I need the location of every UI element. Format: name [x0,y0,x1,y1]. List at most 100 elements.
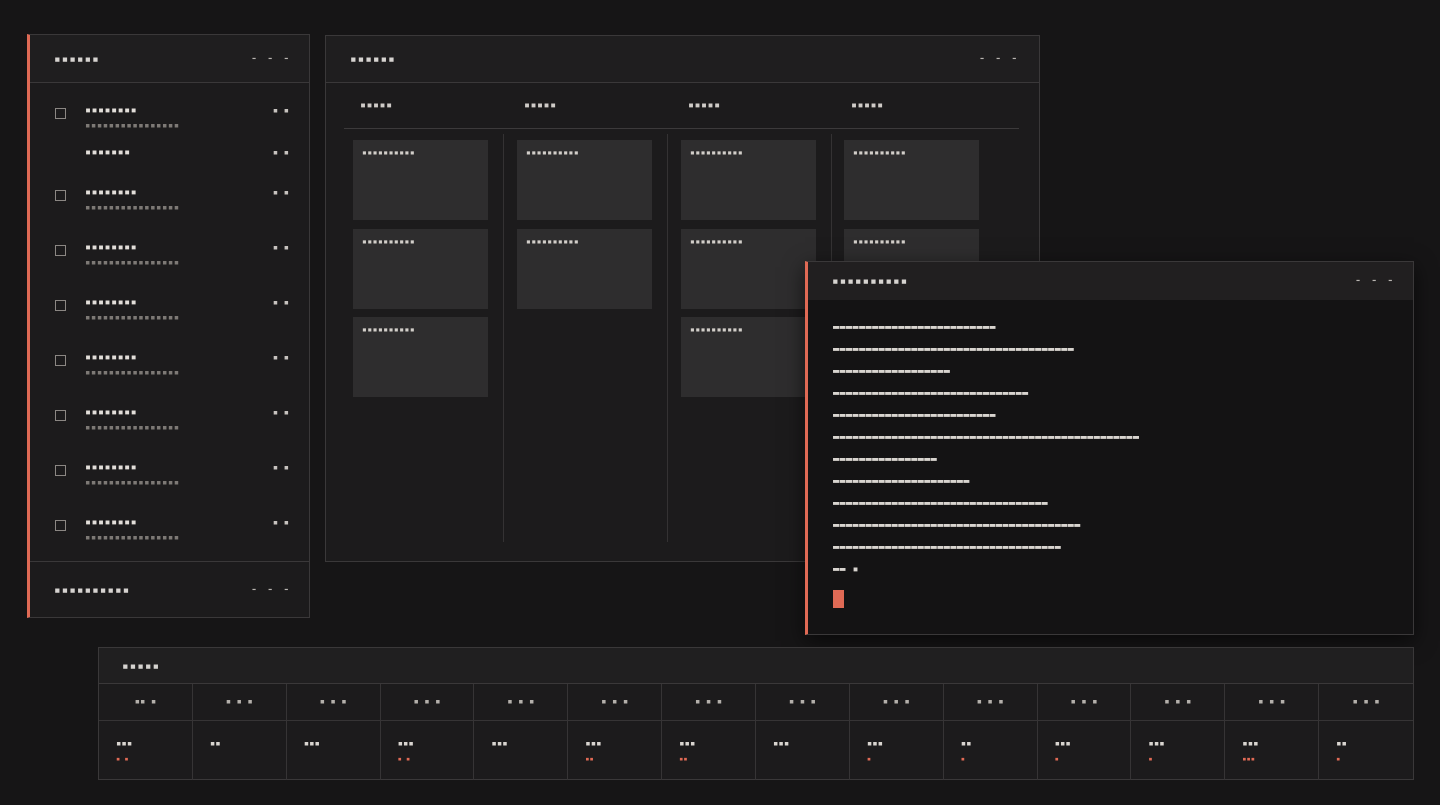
table-cell-value: ▪▪▪ [1148,739,1165,749]
task-checkbox[interactable] [55,520,66,531]
list-item-subtitle: ▪▪▪▪▪▪▪▪▪▪▪▪▪▪▪▪ [85,203,180,213]
table-cell-indicator: ▪ ▪ [397,755,411,763]
task-checkbox[interactable] [55,410,66,421]
list-item-subtitle: ▪▪▪▪▪▪▪▪▪▪▪▪▪▪▪▪ [85,478,180,488]
list-item[interactable]: ▪▪▪▪▪▪▪▪ ▪▪▪▪▪▪▪▪▪▪▪▪▪▪▪▪ ▪ ▪ [30,403,309,453]
list-item[interactable]: ▪▪▪▪▪▪▪▪ ▪▪▪▪▪▪▪▪▪▪▪▪▪▪▪▪ ▪ ▪ [30,458,309,508]
table-column-header: ▪ ▪ ▪ [1131,684,1225,721]
board-card-title: ▪▪▪▪▪▪▪▪▪▪ [362,237,416,246]
list-item-title: ▪▪▪▪▪▪▪▪ [85,105,138,116]
table-column-header: ▪ ▪ ▪ [756,684,849,721]
board-card-title: ▪▪▪▪▪▪▪▪▪▪ [362,325,416,334]
list-item[interactable]: ▪▪▪▪▪▪▪▪ ▪▪▪▪▪▪▪▪▪▪▪▪▪▪▪▪ ▪ ▪ [30,513,309,563]
list-item-title: ▪▪▪▪▪▪▪ [85,147,131,158]
list-item-title: ▪▪▪▪▪▪▪▪ [85,297,138,308]
table-cell-indicator: ▪ [960,755,965,763]
board-card[interactable]: ▪▪▪▪▪▪▪▪▪▪ [844,140,979,220]
task-list-title: ▪▪▪▪▪▪ [54,52,100,65]
board-card-title: ▪▪▪▪▪▪▪▪▪▪ [853,237,907,246]
list-item[interactable]: ▪▪▪▪▪▪▪▪ ▪▪▪▪▪▪▪▪▪▪▪▪▪▪▪▪ ▪ ▪ [30,183,309,233]
list-item-subtitle: ▪▪▪▪▪▪▪▪▪▪▪▪▪▪▪▪ [85,533,180,543]
table-column-header: ▪ ▪ ▪ [662,684,755,721]
list-item-subtitle: ▪▪▪▪▪▪▪▪▪▪▪▪▪▪▪▪ [85,423,180,433]
table-cell[interactable]: ▪ ▪ ▪ ▪▪▪ [756,684,850,780]
table-cell[interactable]: ▪ ▪ ▪▪▪▪ [474,684,569,780]
board-card-title: ▪▪▪▪▪▪▪▪▪▪ [526,237,580,246]
task-checkbox[interactable] [55,355,66,366]
board-card[interactable]: ▪▪▪▪▪▪▪▪▪▪ [353,140,488,220]
table-cell[interactable]: ▪ ▪ ▪ ▪▪▪ ▪▪ [568,684,663,780]
task-list-footer: ▪▪▪▪▪▪▪▪▪▪ ⁃ ⁃ ⁃ [30,561,309,617]
task-list-footer-menu-button[interactable]: ⁃ ⁃ ⁃ [251,583,291,596]
task-checkbox[interactable] [55,465,66,476]
terminal-menu-button[interactable]: ⁃ ⁃ ⁃ [1355,275,1395,288]
table-column-header: ▪ ▪ ▪ [849,684,943,721]
terminal-line: ▬▬▬▬▬▬▬▬▬▬▬▬▬▬▬▬ [833,454,938,465]
list-item-meta: ▪ ▪ [272,106,289,116]
board-card-title: ▪▪▪▪▪▪▪▪▪▪ [362,148,416,157]
terminal-line: ▬▬▬▬▬▬▬▬▬▬▬▬▬▬▬▬▬▬▬▬▬▬▬▬▬ [833,322,997,333]
table-cell[interactable]: ▪ ▪ ▪ ▪▪▪ ▪ [1037,684,1132,780]
table-cell[interactable]: ▪ ▪ ▪ ▪▪▪ ▪ [1131,684,1226,780]
table-column-header: ▪ ▪ ▪ [568,684,662,721]
terminal-title: ▪▪▪▪▪▪▪▪▪▪ [832,274,909,288]
list-item-meta: ▪ ▪ [272,518,289,528]
task-checkbox[interactable] [55,245,66,256]
table-cell-value: ▪▪▪ [585,739,602,749]
terminal-line: ▬▬▬▬▬▬▬▬▬▬▬▬▬▬▬▬▬▬▬▬▬▬▬▬▬ [833,410,997,421]
table-cell[interactable]: ▪ ▪ ▪ ▪▪▪ ▪▪▪ [1225,684,1320,780]
table-cell[interactable]: ▪ ▪ ▪ ▪▪▪ ▪ [849,684,944,780]
board-card[interactable]: ▪▪▪▪▪▪▪▪▪▪ [517,140,652,220]
list-item-subtitle: ▪▪▪▪▪▪▪▪▪▪▪▪▪▪▪▪ [85,121,180,131]
list-item-title: ▪▪▪▪▪▪▪▪ [85,517,138,528]
board-card[interactable]: ▪▪▪▪▪▪▪▪▪▪ [517,229,652,309]
task-list-header: ▪▪▪▪▪▪ ⁃ ⁃ ⁃ [30,35,309,83]
table-cell-indicator: ▪▪ [585,755,594,763]
table-cell[interactable]: ▪ ▪ ▪ ▪▪▪ ▪▪ [662,684,756,780]
list-item-meta: ▪ ▪ [272,353,289,363]
table-column-header: ▪ ▪ ▪ [286,684,380,721]
task-list-menu-button[interactable]: ⁃ ⁃ ⁃ [251,52,291,65]
board-card[interactable]: ▪▪▪▪▪▪▪▪▪▪ [681,317,816,397]
terminal-line: ▬▬▬▬▬▬▬▬▬▬▬▬▬▬▬▬▬▬▬▬▬▬▬▬▬▬▬▬▬▬ [833,388,1029,399]
task-checkbox[interactable] [55,108,66,119]
board-title: ▪▪▪▪▪▪ [350,52,396,66]
table-cell-value: ▪▪▪ [866,739,884,749]
table-cell[interactable]: ▪ ▪ ▪ ▪▪ [192,684,287,780]
table-cell[interactable]: ▪▪ ▪ ▪▪▪ ▪ ▪ [99,684,193,780]
terminal-line: ▬▬▬▬▬▬▬▬▬▬▬▬▬▬▬▬▬▬▬▬▬▬▬▬▬▬▬▬▬▬▬▬▬▬▬▬▬▬ [833,520,1081,531]
list-item[interactable]: ▪▪▪▪▪▪▪▪ ▪▪▪▪▪▪▪▪▪▪▪▪▪▪▪▪ ▪ ▪ [30,238,309,288]
board-menu-button[interactable]: ⁃ ⁃ ⁃ [979,53,1019,66]
board-card[interactable]: ▪▪▪▪▪▪▪▪▪▪ [681,140,816,220]
board-card[interactable]: ▪▪▪▪▪▪▪▪▪▪ [353,229,488,309]
board-card-title: ▪▪▪▪▪▪▪▪▪▪ [690,237,744,246]
board-card-title: ▪▪▪▪▪▪▪▪▪▪ [690,325,744,334]
terminal-line: ▬▬ ▪ [833,564,860,575]
list-item-title: ▪▪▪▪▪▪▪▪ [85,352,138,363]
board-card[interactable]: ▪▪▪▪▪▪▪▪▪▪ [681,229,816,309]
table-cell[interactable]: ▪ ▪ ▪▪▪▪ [286,684,381,780]
terminal-window[interactable]: ▪▪▪▪▪▪▪▪▪▪ ⁃ ⁃ ⁃ ▬▬▬▬▬▬▬▬▬▬▬▬▬▬▬▬▬▬▬▬▬▬▬… [805,261,1414,635]
list-item-title: ▪▪▪▪▪▪▪▪ [85,462,138,473]
table-cell-value: ▪▪▪ [773,739,790,749]
list-item[interactable]: ▪▪▪▪▪▪▪▪ ▪▪▪▪▪▪▪▪▪▪▪▪▪▪▪▪ ▪ ▪ [30,348,309,398]
list-item-title: ▪▪▪▪▪▪▪▪ [85,407,138,418]
table-column-header: ▪ ▪ ▪ [1225,684,1319,721]
terminal-line: ▬▬▬▬▬▬▬▬▬▬▬▬▬▬▬▬▬▬▬▬▬ [833,476,970,487]
list-item[interactable]: ▪▪▪▪▪▪▪▪ ▪▪▪▪▪▪▪▪▪▪▪▪▪▪▪▪ ▪ ▪ [30,293,309,343]
task-checkbox[interactable] [55,300,66,311]
table-cell-value: ▪▪ [960,739,972,749]
board-column-header: ▪▪▪▪▪ [360,100,393,111]
table-column-header: ▪ ▪ ▪ [380,684,474,721]
table-cell[interactable]: ▪ ▪ ▪▪▪▪ [943,684,1038,780]
terminal-line: ▬▬▬▬▬▬▬▬▬▬▬▬▬▬▬▬▬▬▬▬▬▬▬▬▬▬▬▬▬▬▬▬▬▬▬▬▬ [833,344,1075,355]
table-cell-value: ▪▪▪ [1054,739,1071,749]
table-cell[interactable]: ▪ ▪ ▪▪▪▪ [1319,684,1413,780]
terminal-line: ▬▬▬▬▬▬▬▬▬▬▬▬▬▬▬▬▬▬▬▬▬▬▬▬▬▬▬▬▬▬▬▬▬▬▬▬▬▬▬▬… [833,432,1140,443]
board-card[interactable]: ▪▪▪▪▪▪▪▪▪▪ [353,317,488,397]
list-item-meta: ▪ ▪ [272,298,289,308]
table-cell[interactable]: ▪ ▪ ▪ ▪▪▪ ▪ ▪ [380,684,475,780]
terminal-line: ▬▬▬▬▬▬▬▬▬▬▬▬▬▬▬▬▬▬▬▬▬▬▬▬▬▬▬▬▬▬▬▬▬ [833,498,1049,509]
table-title: ▪▪▪▪▪ [122,659,161,672]
task-checkbox[interactable] [55,190,66,201]
